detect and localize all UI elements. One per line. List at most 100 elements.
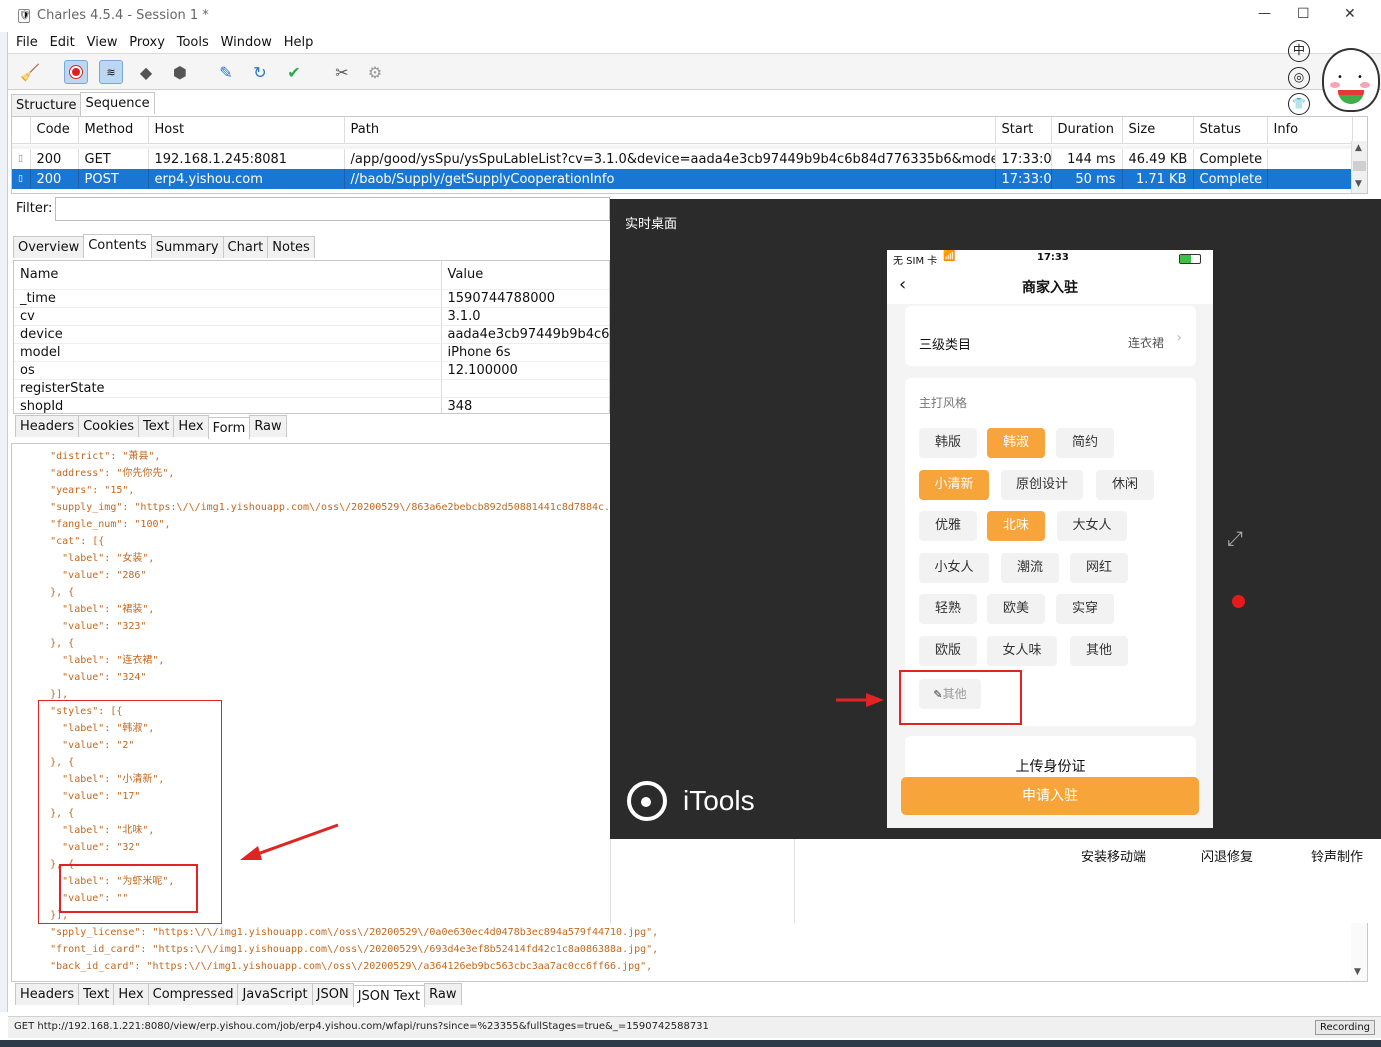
- link-ringtone[interactable]: 铃声制作: [1311, 846, 1363, 865]
- table-row[interactable]: model iPhone 6s: [14, 343, 609, 362]
- itools-logo-icon: [627, 781, 667, 821]
- broom-icon[interactable]: 🧹: [18, 60, 42, 84]
- settings-circle-icon[interactable]: ◎: [1288, 67, 1310, 89]
- tab-overview[interactable]: Overview: [13, 236, 85, 258]
- refresh-icon[interactable]: ↻: [248, 60, 272, 84]
- style-pill[interactable]: 潮流: [1001, 552, 1059, 583]
- pen-icon[interactable]: ✎: [214, 60, 238, 84]
- ime-icon[interactable]: 中: [1288, 40, 1310, 62]
- menu-help[interactable]: Help: [284, 32, 314, 54]
- shirt-icon[interactable]: 👕: [1288, 93, 1310, 115]
- annotation-arrow-left: [240, 823, 339, 860]
- menu-proxy[interactable]: Proxy: [129, 32, 165, 54]
- tab-resp-compressed[interactable]: Compressed: [147, 983, 239, 1005]
- chevron-right-icon: ›: [1176, 330, 1182, 346]
- col-status[interactable]: Status: [1193, 117, 1268, 143]
- sequence-scrollbar[interactable]: ▲ ▼: [1351, 141, 1367, 193]
- menu-edit[interactable]: Edit: [50, 32, 75, 54]
- minimize-button[interactable]: —: [1258, 6, 1271, 21]
- tab-form[interactable]: Form: [207, 417, 251, 439]
- tab-structure[interactable]: Structure: [11, 94, 82, 116]
- style-pill[interactable]: 北味: [987, 511, 1045, 542]
- col-size[interactable]: Size: [1122, 117, 1194, 143]
- throttle-icon[interactable]: ≋: [99, 60, 123, 84]
- link-install-mobile[interactable]: 安装移动端: [1081, 846, 1146, 865]
- record-dot[interactable]: [1232, 595, 1245, 608]
- tools-icon[interactable]: ✂: [330, 60, 354, 84]
- filter-input[interactable]: [55, 197, 610, 221]
- table-row[interactable]: shopId 348: [14, 397, 609, 413]
- tab-resp-text[interactable]: Text: [78, 983, 115, 1005]
- itools-bottom-bar: 安装移动端 闪退修复 铃声制作: [610, 839, 1381, 923]
- tab-resp-hex[interactable]: Hex: [113, 983, 149, 1005]
- style-pill[interactable]: 小女人: [919, 552, 989, 583]
- maximize-button[interactable]: ☐: [1297, 6, 1310, 22]
- col-host[interactable]: Host: [148, 117, 345, 143]
- style-pill[interactable]: 女人味: [987, 636, 1057, 666]
- check-icon[interactable]: ✔: [282, 60, 306, 84]
- table-row-selected[interactable]: ▯ 200 POST erp4.yishou.com //baob/Supply…: [12, 169, 1353, 189]
- col-duration[interactable]: Duration: [1051, 117, 1123, 143]
- style-pill[interactable]: 优雅: [919, 511, 977, 542]
- style-pill[interactable]: 简约: [1056, 428, 1114, 458]
- tab-text[interactable]: Text: [138, 415, 175, 437]
- tab-contents[interactable]: Contents: [83, 234, 152, 256]
- style-pill[interactable]: 欧版: [919, 636, 977, 666]
- fullscreen-icon[interactable]: ⤢: [1227, 527, 1249, 549]
- style-pill[interactable]: 小清新: [919, 469, 989, 500]
- style-pill[interactable]: 韩淑: [987, 428, 1045, 458]
- tab-resp-raw[interactable]: Raw: [424, 983, 462, 1005]
- table-row[interactable]: registerState: [14, 379, 609, 398]
- tab-resp-javascript[interactable]: JavaScript: [237, 983, 313, 1005]
- turtle-icon[interactable]: ◆: [134, 60, 158, 84]
- tab-notes[interactable]: Notes: [267, 236, 315, 258]
- table-row[interactable]: cv 3.1.0: [14, 307, 609, 326]
- close-button[interactable]: ✕: [1344, 6, 1356, 22]
- stop-icon[interactable]: ⬢: [168, 60, 192, 84]
- col-value[interactable]: Value: [441, 261, 609, 290]
- annotation-box-custom-pill: [899, 670, 1022, 725]
- style-pill[interactable]: 欧美: [987, 594, 1045, 625]
- recording-badge[interactable]: Recording: [1314, 1020, 1375, 1035]
- col-path[interactable]: Path: [344, 117, 996, 143]
- style-pill[interactable]: 韩版: [919, 428, 977, 458]
- tab-headers[interactable]: Headers: [15, 415, 80, 437]
- style-pill[interactable]: 休闲: [1096, 469, 1154, 500]
- style-pill[interactable]: 实穿: [1056, 594, 1114, 625]
- tab-raw[interactable]: Raw: [249, 415, 287, 437]
- json-line: "label": "连衣裙",: [14, 655, 165, 666]
- menu-file[interactable]: File: [16, 32, 38, 54]
- tab-sequence[interactable]: Sequence: [80, 92, 155, 114]
- tab-hex[interactable]: Hex: [173, 415, 209, 437]
- category-row[interactable]: 三级类目 连衣裙 ›: [905, 306, 1196, 366]
- style-pill[interactable]: 原创设计: [1001, 469, 1083, 500]
- record-icon[interactable]: [64, 60, 88, 84]
- col-start[interactable]: Start: [995, 117, 1052, 143]
- tab-resp-headers[interactable]: Headers: [15, 983, 80, 1005]
- submit-button[interactable]: 申请入驻: [901, 777, 1199, 815]
- menu-tools[interactable]: Tools: [177, 32, 209, 54]
- tab-resp-json[interactable]: JSON: [311, 983, 354, 1005]
- col-code[interactable]: Code: [30, 117, 79, 143]
- battery-icon: [1179, 254, 1201, 264]
- tab-resp-json-text[interactable]: JSON Text: [352, 985, 426, 1007]
- gear-icon[interactable]: ⚙: [363, 60, 387, 84]
- table-row[interactable]: deviceaada4e3cb97449b9b4c6b84c: [14, 325, 609, 344]
- tab-summary[interactable]: Summary: [150, 236, 224, 258]
- style-pill[interactable]: 轻熟: [919, 594, 977, 625]
- col-method[interactable]: Method: [78, 117, 149, 143]
- col-info[interactable]: Info: [1267, 117, 1353, 143]
- style-pill[interactable]: 其他: [1070, 636, 1128, 666]
- table-row[interactable]: ▯ 200 GET 192.168.1.245:8081 /app/good/y…: [12, 149, 1353, 169]
- tab-chart[interactable]: Chart: [222, 236, 269, 258]
- table-row[interactable]: _time 1590744788000: [14, 289, 609, 308]
- tab-cookies[interactable]: Cookies: [78, 415, 140, 437]
- menu-view[interactable]: View: [87, 32, 118, 54]
- style-pill[interactable]: 大女人: [1057, 511, 1127, 542]
- table-row[interactable]: os 12.100000: [14, 361, 609, 380]
- style-pill[interactable]: 网红: [1070, 552, 1128, 583]
- col-name[interactable]: Name: [14, 261, 442, 290]
- itools-logo: iTools: [627, 779, 755, 823]
- link-crash-repair[interactable]: 闪退修复: [1201, 846, 1253, 865]
- menu-window[interactable]: Window: [221, 32, 272, 54]
